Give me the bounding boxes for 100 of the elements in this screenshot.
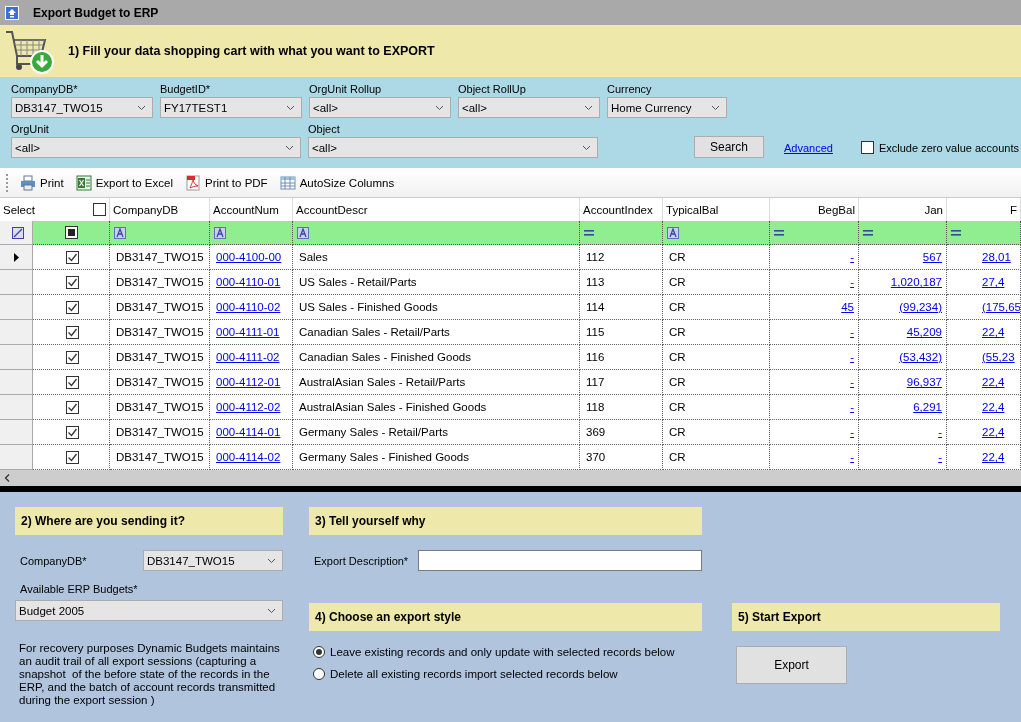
equals-filter-icon[interactable] xyxy=(863,229,873,236)
checkbox[interactable] xyxy=(65,450,79,464)
field-label: Object RollUp xyxy=(458,83,527,95)
toolbar-button[interactable]: Export to Excel xyxy=(75,174,173,191)
scroll-left-icon[interactable] xyxy=(4,474,10,482)
table-link[interactable]: - xyxy=(850,251,854,263)
table-cell: CR xyxy=(663,420,770,445)
checkbox-label: Exclude zero value accounts xyxy=(878,141,1019,154)
checkbox[interactable] xyxy=(65,325,79,339)
table-link[interactable]: 000-4111-01 xyxy=(216,326,280,338)
table-link[interactable]: 000-4114-02 xyxy=(216,451,281,463)
table-link[interactable]: - xyxy=(850,326,854,338)
horizontal-scrollbar[interactable] xyxy=(0,470,1021,486)
table-cell: CR xyxy=(663,395,770,420)
table-link[interactable]: - xyxy=(850,351,854,363)
dropdown[interactable]: FY17TEST1 xyxy=(160,97,302,118)
table-link[interactable]: (175,65 xyxy=(982,301,1020,313)
table-link[interactable]: 000-4114-01 xyxy=(216,426,281,438)
checkbox[interactable] xyxy=(65,300,79,314)
table-link[interactable]: (53,432) xyxy=(899,351,942,363)
info-paragraph: For recovery purposes Dynamic Budgets maintains an audit trail of all export sessions (capturing a snapshot of the before state of the records in the ERP, and the batch of account records transmitted during the export session ) xyxy=(18,642,281,707)
radio-button[interactable] xyxy=(313,646,325,658)
checkbox[interactable] xyxy=(65,375,79,389)
toolbar-button[interactable]: AutoSize Columns xyxy=(279,174,395,191)
table-link[interactable]: - xyxy=(850,401,854,413)
table-link[interactable]: 27,4 xyxy=(982,276,1005,288)
equals-filter-icon[interactable] xyxy=(584,229,594,236)
table-link[interactable]: - xyxy=(850,376,854,388)
table-cell: 116 xyxy=(580,345,663,370)
radio-button[interactable] xyxy=(313,668,325,680)
pdf-icon xyxy=(185,174,201,191)
table-link[interactable]: - xyxy=(850,426,854,438)
export-button[interactable]: Export xyxy=(736,646,847,684)
dropdown[interactable]: <all> xyxy=(458,97,600,118)
step-heading: 1) Fill your data shopping cart with what you want to EXPORT xyxy=(68,44,435,58)
equals-filter-icon[interactable] xyxy=(774,229,784,236)
table-link[interactable]: 22,4 xyxy=(982,451,1005,463)
table-link[interactable]: 22,4 xyxy=(982,326,1005,338)
dropdown[interactable]: Home Currency xyxy=(607,97,727,118)
checkbox[interactable] xyxy=(65,400,79,414)
table-link[interactable]: - xyxy=(850,276,854,288)
dropdown[interactable]: DB3147_TWO15 xyxy=(143,550,283,571)
chevron-down-icon xyxy=(286,104,295,111)
field-label: Export Description* xyxy=(314,554,409,567)
checkbox[interactable] xyxy=(65,425,79,439)
table-link[interactable]: 000-4110-01 xyxy=(216,276,281,288)
text-filter-icon[interactable] xyxy=(297,226,309,239)
checkbox[interactable] xyxy=(860,141,874,154)
table-link[interactable]: (99,234) xyxy=(899,301,942,313)
table-link[interactable]: 96,937 xyxy=(906,376,942,388)
checkbox[interactable] xyxy=(65,275,79,289)
table-link[interactable]: 22,4 xyxy=(982,376,1005,388)
table-link[interactable]: 000-4110-02 xyxy=(216,301,281,313)
table-link[interactable]: 1,020,187 xyxy=(890,276,942,288)
table-link[interactable]: (55,23 xyxy=(982,351,1015,363)
text-filter-icon[interactable] xyxy=(667,226,679,239)
section-heading: 2) Where are you sending it? xyxy=(15,507,283,535)
text-filter-icon[interactable] xyxy=(214,226,226,239)
filter-checkbox[interactable] xyxy=(64,226,78,239)
checkbox[interactable] xyxy=(93,203,106,216)
table-link[interactable]: - xyxy=(938,451,942,463)
table-link[interactable]: 000-4112-01 xyxy=(216,376,281,388)
table-cell: CR xyxy=(663,370,770,395)
equals-filter-icon[interactable] xyxy=(951,229,961,236)
chevron-down-icon xyxy=(711,104,720,111)
table-link[interactable]: 567 xyxy=(922,251,942,263)
field-label: Object xyxy=(308,123,341,135)
table-link[interactable]: 45 xyxy=(841,301,854,313)
dropdown[interactable]: Budget 2005 xyxy=(15,600,283,621)
table-link[interactable]: 22,4 xyxy=(982,426,1005,438)
checkbox[interactable] xyxy=(65,250,79,264)
field-label: CompanyDB* xyxy=(20,554,87,567)
table-link[interactable]: 45,209 xyxy=(906,326,942,338)
table-cell: CR xyxy=(663,295,770,320)
toolbar-button[interactable]: Print to PDF xyxy=(185,174,268,191)
table-cell: AustralAsian Sales - Finished Goods xyxy=(293,395,580,420)
search-button[interactable]: Search xyxy=(694,136,764,158)
table-link[interactable]: 000-4100-00 xyxy=(216,251,282,263)
table-link[interactable]: 28,01 xyxy=(982,251,1011,263)
advanced-link[interactable]: Advanced xyxy=(784,142,833,154)
radio-label: Leave existing records and only update with selected records below xyxy=(330,646,675,658)
dropdown[interactable]: DB3147_TWO15 xyxy=(11,97,153,118)
toolbar-button[interactable]: Print xyxy=(20,174,64,191)
clear-filter-icon[interactable] xyxy=(12,226,24,239)
row-header[interactable] xyxy=(0,245,33,270)
table-link[interactable]: - xyxy=(938,426,942,438)
table-link[interactable]: - xyxy=(850,451,854,463)
table-link[interactable]: 000-4111-02 xyxy=(216,351,280,363)
table-link[interactable]: 6,291 xyxy=(913,401,942,413)
header-label: Select xyxy=(3,203,35,216)
chevron-down-icon xyxy=(267,557,276,564)
section-heading: 5) Start Export xyxy=(732,603,1000,631)
dropdown[interactable]: <all> xyxy=(309,97,451,118)
dropdown[interactable]: <all> xyxy=(308,137,598,158)
checkbox[interactable] xyxy=(65,350,79,364)
dropdown[interactable]: <all> xyxy=(11,137,301,158)
text-filter-icon[interactable] xyxy=(114,226,126,239)
table-link[interactable]: 000-4112-02 xyxy=(216,401,281,413)
table-link[interactable]: 22,4 xyxy=(982,401,1005,413)
description-field[interactable] xyxy=(418,550,702,571)
